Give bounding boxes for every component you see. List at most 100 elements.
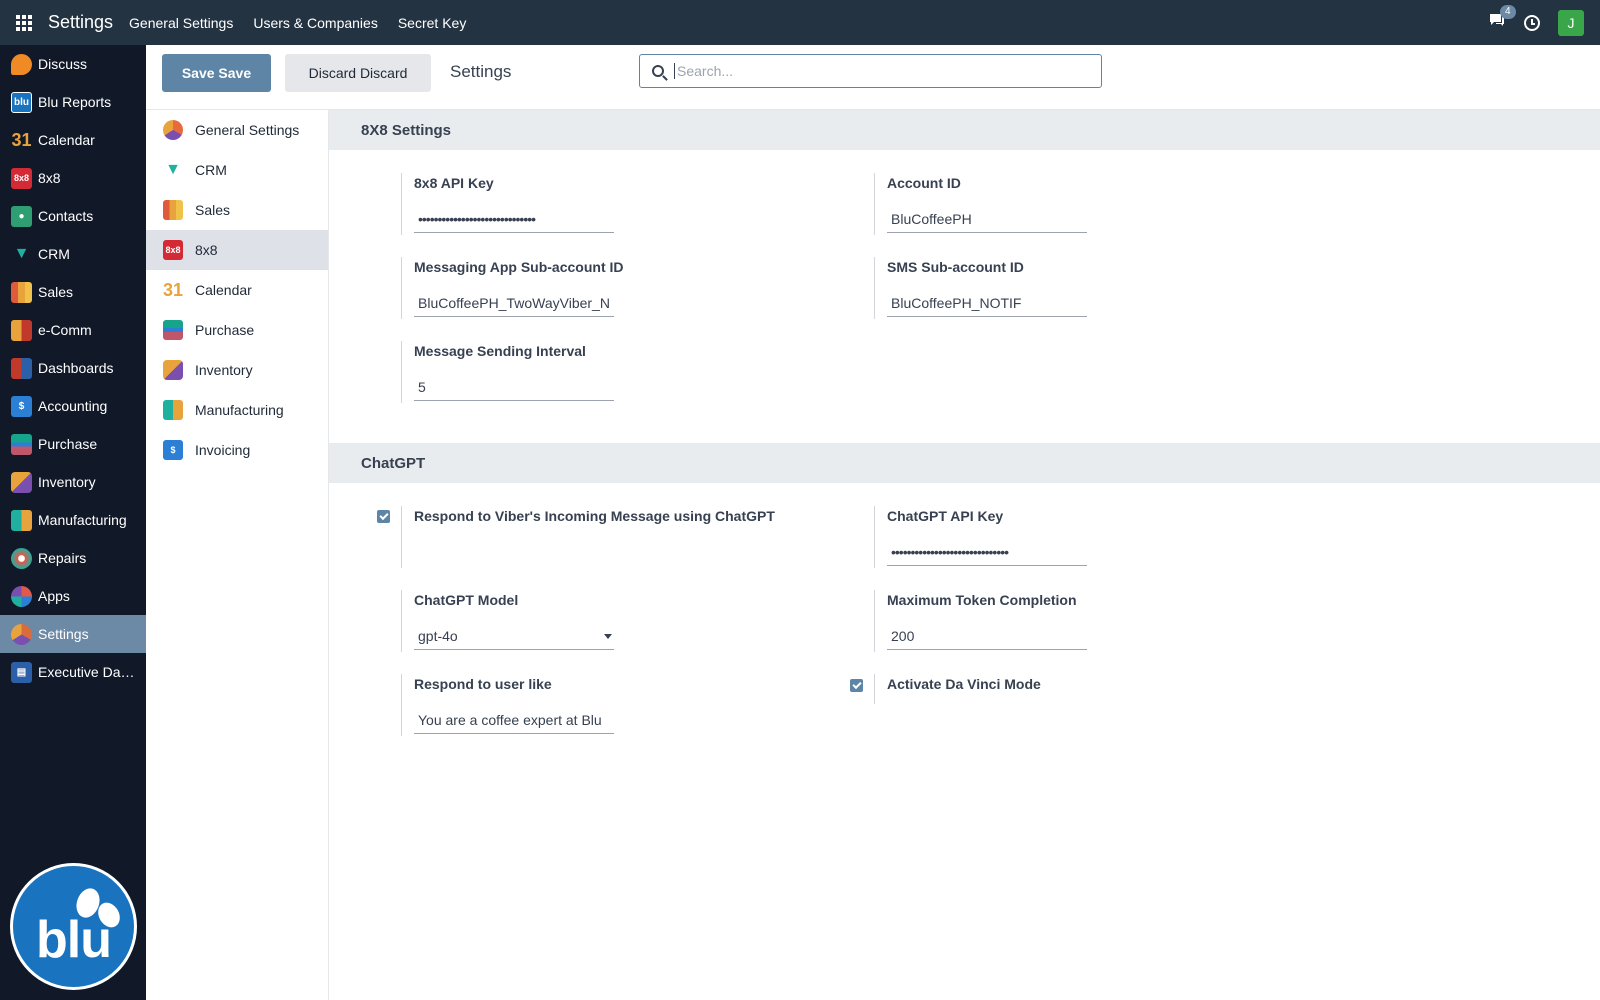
field-da-vinci: Activate Da Vinci Mode <box>874 674 1041 704</box>
menu-secret-key[interactable]: Secret Key <box>398 15 466 31</box>
settings-icon <box>11 623 32 645</box>
search-input[interactable] <box>674 63 1074 79</box>
app-item-repairs[interactable]: Repairs <box>0 539 146 577</box>
search-icon <box>652 65 664 77</box>
general-settings-icon <box>163 120 183 140</box>
activity-clock-icon[interactable] <box>1524 14 1540 31</box>
app-label: Manufacturing <box>38 512 127 528</box>
max-token-input[interactable]: 200 <box>887 624 1087 650</box>
app-item-apps[interactable]: Apps <box>0 577 146 615</box>
sales-icon <box>163 200 183 220</box>
app-item-dashboards[interactable]: Dashboards <box>0 349 146 387</box>
save-button[interactable]: Save Save <box>162 54 271 92</box>
message-interval-input[interactable]: 5 <box>414 375 614 401</box>
chat-icon[interactable]: 4 <box>1488 5 1516 33</box>
app-item-executive-dashboard[interactable]: ▤ Executive Das... <box>0 653 146 691</box>
settings-nav-label: Calendar <box>195 282 252 298</box>
field-label: Respond to user like <box>414 676 552 692</box>
app-label: Contacts <box>38 208 94 224</box>
app-label: Apps <box>38 588 70 604</box>
field-max-token: Maximum Token Completion 200 <box>874 590 1087 652</box>
purchase-icon <box>163 320 183 340</box>
calendar-icon: 31 <box>11 129 32 150</box>
control-panel: Save Save Discard Discard Settings <box>146 45 1600 110</box>
app-item-inventory[interactable]: Inventory <box>0 463 146 501</box>
app-item-accounting[interactable]: $ Accounting <box>0 387 146 425</box>
field-8x8-api-key: 8x8 API Key ••••••••••••••••••••••••••••… <box>401 173 614 235</box>
settings-nav-label: Invoicing <box>195 442 251 458</box>
app-item-calendar[interactable]: 31 Calendar <box>0 121 146 159</box>
settings-nav-purchase[interactable]: Purchase <box>146 310 328 350</box>
respond-like-input[interactable]: You are a coffee expert at Blu <box>414 708 614 734</box>
settings-nav-general-settings[interactable]: General Settings <box>146 110 328 150</box>
manufacturing-icon <box>163 400 183 420</box>
discard-button[interactable]: Discard Discard <box>285 54 431 92</box>
field-chatgpt-api-key: ChatGPT API Key ••••••••••••••••••••••••… <box>874 506 1087 568</box>
user-avatar[interactable]: J <box>1558 9 1584 36</box>
messaging-sub-account-input[interactable]: BluCoffeePH_TwoWayViber_N <box>414 291 614 317</box>
settings-nav-sales[interactable]: Sales <box>146 190 328 230</box>
app-item-ecomm[interactable]: e-Comm <box>0 311 146 349</box>
app-item-settings[interactable]: Settings <box>0 615 146 653</box>
chatgpt-model-select[interactable]: gpt-4o <box>414 624 614 650</box>
app-item-crm[interactable]: ▼ CRM <box>0 235 146 273</box>
field-label: Respond to Viber's Incoming Message usin… <box>414 508 775 524</box>
account-id-input[interactable]: BluCoffeePH <box>887 207 1087 233</box>
da-vinci-checkbox[interactable] <box>850 679 863 692</box>
app-label: Sales <box>38 284 74 300</box>
chat-count-badge: 4 <box>1500 5 1516 19</box>
settings-nav-manufacturing[interactable]: Manufacturing <box>146 390 328 430</box>
settings-nav-invoicing[interactable]: $ Invoicing <box>146 430 328 470</box>
chatgpt-api-key-input[interactable]: •••••••••••••••••••••••••••••• <box>887 540 1087 566</box>
app-brand[interactable]: Settings <box>48 12 113 33</box>
purchase-icon <box>11 433 32 455</box>
app-label: Settings <box>38 626 89 642</box>
settings-nav-crm[interactable]: ▼ CRM <box>146 150 328 190</box>
field-label: SMS Sub-account ID <box>887 259 1024 275</box>
app-label: Blu Reports <box>38 94 112 110</box>
settings-content: 8X8 Settings 8x8 API Key •••••••••••••••… <box>329 110 1600 1000</box>
field-label: Activate Da Vinci Mode <box>887 676 1041 692</box>
apps-icon <box>11 585 32 607</box>
apps-sidebar: Discuss blu Blu Reports 31 Calendar 8x8 … <box>0 45 146 1000</box>
app-item-discuss[interactable]: Discuss <box>0 45 146 83</box>
app-item-contacts[interactable]: ● Contacts <box>0 197 146 235</box>
settings-nav-label: Manufacturing <box>195 402 284 418</box>
chatgpt-model-value: gpt-4o <box>418 628 458 644</box>
apps-menu-icon[interactable] <box>0 0 48 45</box>
accounting-icon: $ <box>11 395 32 417</box>
inventory-icon <box>163 360 183 380</box>
repairs-icon <box>11 547 32 569</box>
settings-nav-calendar[interactable]: 31 Calendar <box>146 270 328 310</box>
8x8-api-key-input[interactable]: •••••••••••••••••••••••••••••• <box>414 207 614 233</box>
app-item-8x8[interactable]: 8x8 8x8 <box>0 159 146 197</box>
field-messaging-sub-account: Messaging App Sub-account ID BluCoffeePH… <box>401 257 624 319</box>
app-label: Inventory <box>38 474 96 490</box>
manufacturing-icon <box>11 509 32 531</box>
menu-users-companies[interactable]: Users & Companies <box>253 15 378 31</box>
app-label: Executive Das... <box>38 664 136 680</box>
app-item-sales[interactable]: Sales <box>0 273 146 311</box>
app-label: Accounting <box>38 398 108 414</box>
app-label: e-Comm <box>38 322 92 338</box>
menu-general-settings[interactable]: General Settings <box>129 15 233 31</box>
crm-icon: ▼ <box>165 161 181 178</box>
section-8x8-header: 8X8 Settings <box>329 110 1600 150</box>
app-label: 8x8 <box>38 170 61 186</box>
field-label: Account ID <box>887 175 961 191</box>
app-label: Repairs <box>38 550 87 566</box>
respond-viber-checkbox[interactable] <box>377 510 390 523</box>
app-item-blu-reports[interactable]: blu Blu Reports <box>0 83 146 121</box>
sales-icon <box>11 281 32 303</box>
app-item-manufacturing[interactable]: Manufacturing <box>0 501 146 539</box>
settings-nav-8x8[interactable]: 8x8 8x8 <box>146 230 328 270</box>
sms-sub-account-input[interactable]: BluCoffeePH_NOTIF <box>887 291 1087 317</box>
settings-nav-inventory[interactable]: Inventory <box>146 350 328 390</box>
app-label: Purchase <box>38 436 98 452</box>
search-box[interactable] <box>639 54 1102 88</box>
invoicing-icon: $ <box>163 440 183 460</box>
app-item-purchase[interactable]: Purchase <box>0 425 146 463</box>
blu-logo: blu <box>10 863 137 990</box>
8x8-icon: 8x8 <box>11 167 32 189</box>
calendar-icon: 31 <box>162 279 184 300</box>
